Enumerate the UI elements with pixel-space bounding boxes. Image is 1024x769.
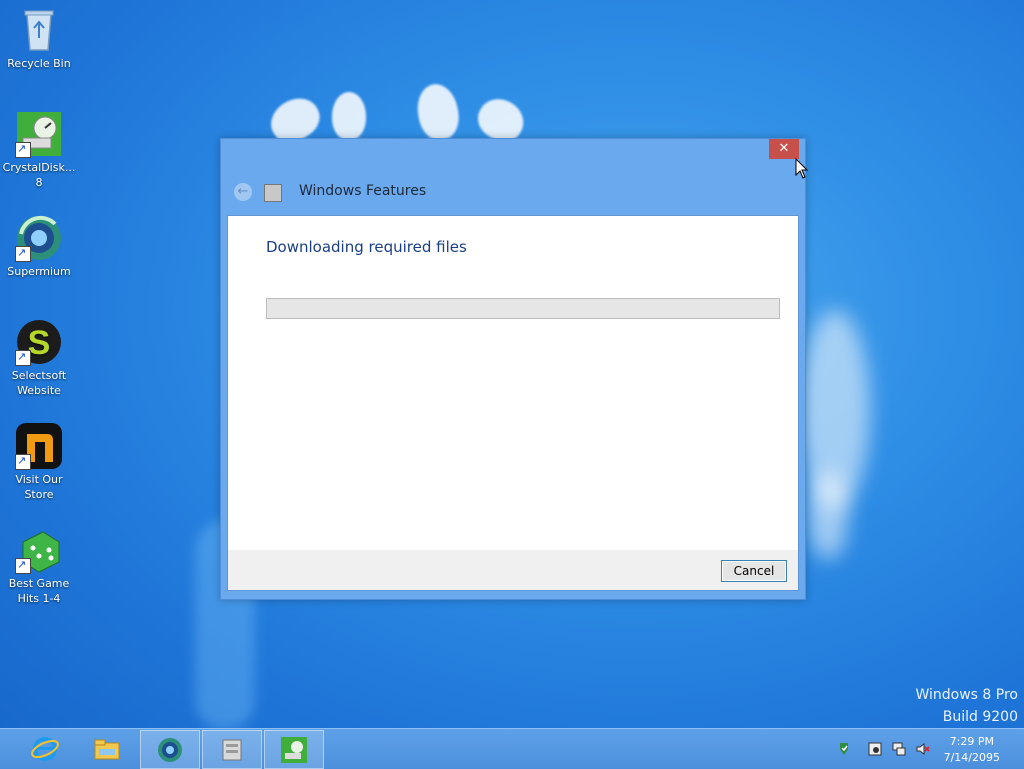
desktop-icon-label: Best Game Hits 1-4: [8, 577, 70, 605]
desktop-icon-label: Selectsoft Website: [11, 369, 67, 397]
media-icon[interactable]: [868, 742, 882, 756]
windows-features-dialog: ✕ ← Windows Features Downloading require…: [220, 138, 806, 600]
store-icon: [15, 422, 63, 470]
taskbar-supermium[interactable]: [140, 730, 200, 769]
dialog-footer: Cancel: [227, 550, 799, 591]
close-button[interactable]: ✕: [769, 139, 799, 159]
taskbar: 7:29 PM 7/14/2095: [0, 728, 1024, 769]
mouse-cursor-icon: [795, 158, 809, 179]
desktop-icon-selectsoft[interactable]: S Selectsoft Website: [1, 318, 77, 398]
shortcut-arrow-icon: [15, 141, 31, 158]
taskbar-crystaldisk[interactable]: [264, 730, 324, 769]
action-center-icon[interactable]: [838, 742, 852, 756]
download-progress-bar: [266, 298, 780, 319]
network-icon[interactable]: [892, 742, 906, 756]
crystaldisk-icon: [281, 737, 307, 763]
shortcut-arrow-icon: [15, 349, 31, 366]
watermark-edition: Windows 8 Pro: [915, 687, 1018, 703]
taskbar-clock[interactable]: 7:29 PM 7/14/2095: [944, 734, 1000, 766]
windows-features-icon: [222, 739, 242, 761]
windows-watermark: Windows 8 Pro Build 9200: [915, 684, 1018, 728]
desktop-icon-best-game-hits[interactable]: Best Game Hits 1-4: [1, 526, 77, 606]
cancel-button[interactable]: Cancel: [721, 560, 787, 582]
shortcut-arrow-icon: [15, 453, 31, 470]
dice-icon: [15, 526, 63, 574]
file-explorer-icon: [94, 739, 120, 760]
desktop-icon-supermium[interactable]: Supermium: [1, 214, 77, 279]
taskbar-internet-explorer[interactable]: [16, 730, 74, 767]
taskbar-windows-features[interactable]: [202, 730, 262, 769]
svg-text:S: S: [28, 324, 51, 362]
selectsoft-icon: S: [15, 318, 63, 366]
watermark-build: Build 9200: [942, 709, 1018, 725]
desktop-icon-label: Supermium: [7, 265, 71, 278]
shortcut-arrow-icon: [15, 557, 31, 574]
desktop-icon-label: CrystalDisk... 8: [2, 161, 76, 189]
crystaldisk-icon: [15, 110, 63, 158]
desktop-icon-crystaldisk[interactable]: CrystalDisk... 8: [1, 110, 77, 190]
desktop-icon-label: Recycle Bin: [7, 57, 71, 70]
supermium-icon: [158, 738, 182, 762]
shortcut-arrow-icon: [15, 245, 31, 262]
desktop-icon-visit-store[interactable]: Visit Our Store: [1, 422, 77, 502]
dialog-content: Downloading required files: [227, 215, 799, 551]
back-arrow-icon[interactable]: ←: [234, 183, 252, 201]
internet-explorer-icon: [31, 737, 59, 761]
taskbar-file-explorer[interactable]: [78, 730, 136, 767]
desktop-icon-recycle-bin[interactable]: Recycle Bin: [1, 6, 77, 71]
recycle-bin-icon: [15, 6, 63, 54]
supermium-icon: [15, 214, 63, 262]
volume-muted-icon[interactable]: [916, 742, 930, 756]
clock-date: 7/14/2095: [943, 751, 1000, 764]
dialog-title: Windows Features: [299, 183, 427, 199]
clock-time: 7:29 PM: [949, 735, 994, 748]
desktop-icon-label: Visit Our Store: [15, 473, 63, 501]
windows-features-icon: [264, 184, 282, 202]
status-heading: Downloading required files: [266, 238, 467, 256]
